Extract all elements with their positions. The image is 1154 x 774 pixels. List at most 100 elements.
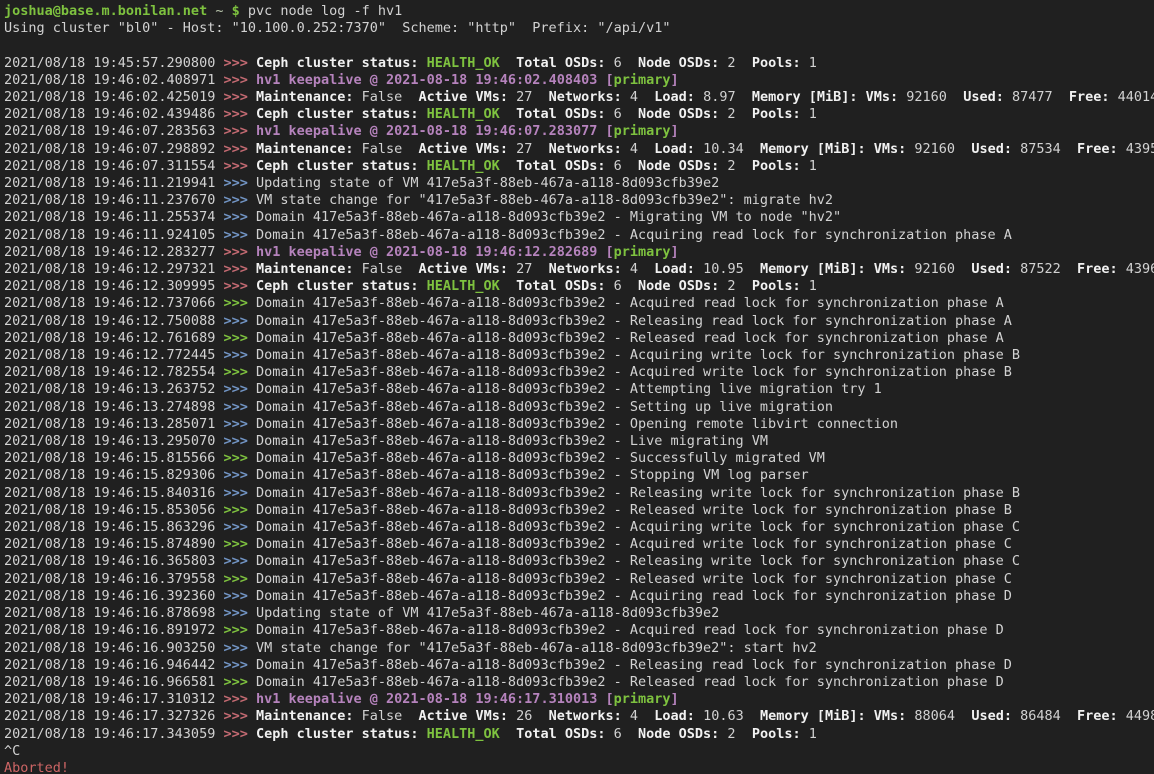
- log-segment: Free:: [1077, 141, 1126, 157]
- log-segment: hv1 keepalive @ 2021-08-18 19:46:07.2830…: [256, 123, 614, 139]
- log-line: 2021/08/18 19:46:17.310312 >>> hv1 keepa…: [4, 691, 1154, 708]
- log-timestamp: 2021/08/18 19:46:17.327326: [4, 708, 215, 724]
- log-segment: hv1 keepalive @ 2021-08-18 19:46:12.2826…: [256, 244, 614, 260]
- log-line: 2021/08/18 19:46:17.327326 >>> Maintenan…: [4, 708, 1154, 725]
- log-segment: Used:: [971, 261, 1020, 277]
- log-segment: HEALTH_OK: [427, 278, 500, 294]
- log-segment: 8.97: [703, 89, 752, 105]
- log-segment: Updating state of VM 417e5a3f-88eb-467a-…: [256, 175, 719, 191]
- log-segment: Maintenance:: [256, 89, 362, 105]
- log-segment: Domain 417e5a3f-88eb-467a-a118-8d093cfb3…: [256, 381, 882, 397]
- log-segment: 88064: [914, 708, 971, 724]
- log-segment: [500, 55, 516, 71]
- log-line: 2021/08/18 19:46:13.285071 >>> Domain 41…: [4, 416, 1154, 433]
- log-timestamp: 2021/08/18 19:46:12.297321: [4, 261, 215, 277]
- log-segment: Domain 417e5a3f-88eb-467a-a118-8d093cfb3…: [256, 553, 1020, 569]
- log-timestamp: 2021/08/18 19:46:15.853056: [4, 502, 215, 518]
- log-segment: 6: [614, 55, 638, 71]
- log-marker: >>>: [215, 622, 256, 638]
- log-line: 2021/08/18 19:46:12.750088 >>> Domain 41…: [4, 313, 1154, 330]
- log-timestamp: 2021/08/18 19:46:13.295070: [4, 433, 215, 449]
- log-marker: >>>: [215, 209, 256, 225]
- log-marker: >>>: [215, 450, 256, 466]
- log-marker: >>>: [215, 123, 256, 139]
- log-segment: Node OSDs:: [638, 278, 727, 294]
- log-marker: >>>: [215, 640, 256, 656]
- log-timestamp: 2021/08/18 19:46:12.782554: [4, 364, 215, 380]
- blank-line: [4, 37, 1154, 54]
- prompt-line: joshua@base.m.bonilan.net ~ $ pvc node l…: [4, 3, 1154, 20]
- log-marker: >>>: [215, 485, 256, 501]
- log-timestamp: 2021/08/18 19:45:57.290800: [4, 55, 215, 71]
- log-marker: >>>: [215, 192, 256, 208]
- log-marker: >>>: [215, 416, 256, 432]
- log-segment: Node OSDs:: [638, 55, 727, 71]
- log-segment: 1: [809, 278, 817, 294]
- log-line: 2021/08/18 19:46:12.761689 >>> Domain 41…: [4, 330, 1154, 347]
- log-line: 2021/08/18 19:46:16.903250 >>> VM state …: [4, 640, 1154, 657]
- log-segment: Domain 417e5a3f-88eb-467a-a118-8d093cfb3…: [256, 416, 898, 432]
- log-segment: 27: [516, 261, 549, 277]
- log-segment: [500, 106, 516, 122]
- log-timestamp: 2021/08/18 19:46:11.255374: [4, 209, 215, 225]
- log-timestamp: 2021/08/18 19:46:15.840316: [4, 485, 215, 501]
- log-segment: primary: [614, 691, 671, 707]
- log-marker: >>>: [215, 536, 256, 552]
- log-segment: 26: [516, 708, 549, 724]
- log-timestamp: 2021/08/18 19:46:02.425019: [4, 89, 215, 105]
- log-line: 2021/08/18 19:46:15.874890 >>> Domain 41…: [4, 536, 1154, 553]
- log-segment: ]: [671, 72, 679, 88]
- log-segment: Free:: [1077, 708, 1126, 724]
- log-segment: Active VMs:: [419, 708, 517, 724]
- log-timestamp: 2021/08/18 19:46:02.408971: [4, 72, 215, 88]
- log-segment: Load:: [654, 89, 703, 105]
- log-marker: >>>: [215, 55, 256, 71]
- log-timestamp: 2021/08/18 19:46:16.878698: [4, 605, 215, 621]
- log-segment: Domain 417e5a3f-88eb-467a-a118-8d093cfb3…: [256, 536, 1012, 552]
- log-marker: >>>: [215, 571, 256, 587]
- log-timestamp: 2021/08/18 19:46:16.379558: [4, 571, 215, 587]
- log-output: 2021/08/18 19:45:57.290800 >>> Ceph clus…: [4, 55, 1154, 743]
- log-segment: HEALTH_OK: [427, 158, 500, 174]
- log-marker: >>>: [215, 261, 256, 277]
- log-marker: >>>: [215, 141, 256, 157]
- log-marker: >>>: [215, 347, 256, 363]
- log-marker: >>>: [215, 467, 256, 483]
- log-segment: Domain 417e5a3f-88eb-467a-a118-8d093cfb3…: [256, 622, 1004, 638]
- abort-line: Aborted!: [4, 760, 1154, 774]
- log-segment: Load:: [654, 708, 703, 724]
- log-segment: 87534: [1020, 141, 1077, 157]
- log-marker: >>>: [215, 330, 256, 346]
- log-timestamp: 2021/08/18 19:46:16.903250: [4, 640, 215, 656]
- log-marker: >>>: [215, 502, 256, 518]
- log-segment: Networks:: [549, 89, 630, 105]
- log-timestamp: 2021/08/18 19:46:17.310312: [4, 691, 215, 707]
- log-line: 2021/08/18 19:46:12.782554 >>> Domain 41…: [4, 364, 1154, 381]
- prompt-command: pvc node log -f hv1: [248, 3, 402, 19]
- log-segment: [500, 726, 516, 742]
- log-line: 2021/08/18 19:46:15.863296 >>> Domain 41…: [4, 519, 1154, 536]
- log-timestamp: 2021/08/18 19:46:16.891972: [4, 622, 215, 638]
- log-timestamp: 2021/08/18 19:46:17.343059: [4, 726, 215, 742]
- log-segment: 92160: [906, 89, 963, 105]
- log-timestamp: 2021/08/18 19:46:16.392360: [4, 588, 215, 604]
- log-segment: Load:: [654, 261, 703, 277]
- log-segment: Used:: [971, 708, 1020, 724]
- log-segment: Ceph cluster status:: [256, 55, 427, 71]
- log-segment: 4: [630, 708, 654, 724]
- log-line: 2021/08/18 19:46:12.309995 >>> Ceph clus…: [4, 278, 1154, 295]
- log-line: 2021/08/18 19:46:16.946442 >>> Domain 41…: [4, 657, 1154, 674]
- log-timestamp: 2021/08/18 19:46:02.439486: [4, 106, 215, 122]
- log-line: 2021/08/18 19:46:12.772445 >>> Domain 41…: [4, 347, 1154, 364]
- log-line: 2021/08/18 19:46:02.439486 >>> Ceph clus…: [4, 106, 1154, 123]
- log-timestamp: 2021/08/18 19:46:13.274898: [4, 399, 215, 415]
- prompt-cwd: ~: [207, 3, 231, 19]
- log-segment: Ceph cluster status:: [256, 278, 427, 294]
- log-segment: VM state change for "417e5a3f-88eb-467a-…: [256, 192, 833, 208]
- log-segment: Memory [MiB]: VMs:: [752, 89, 906, 105]
- log-segment: Total OSDs:: [516, 278, 614, 294]
- log-marker: >>>: [215, 674, 256, 690]
- log-line: 2021/08/18 19:46:13.295070 >>> Domain 41…: [4, 433, 1154, 450]
- log-segment: Domain 417e5a3f-88eb-467a-a118-8d093cfb3…: [256, 364, 1012, 380]
- log-segment: 6: [614, 278, 638, 294]
